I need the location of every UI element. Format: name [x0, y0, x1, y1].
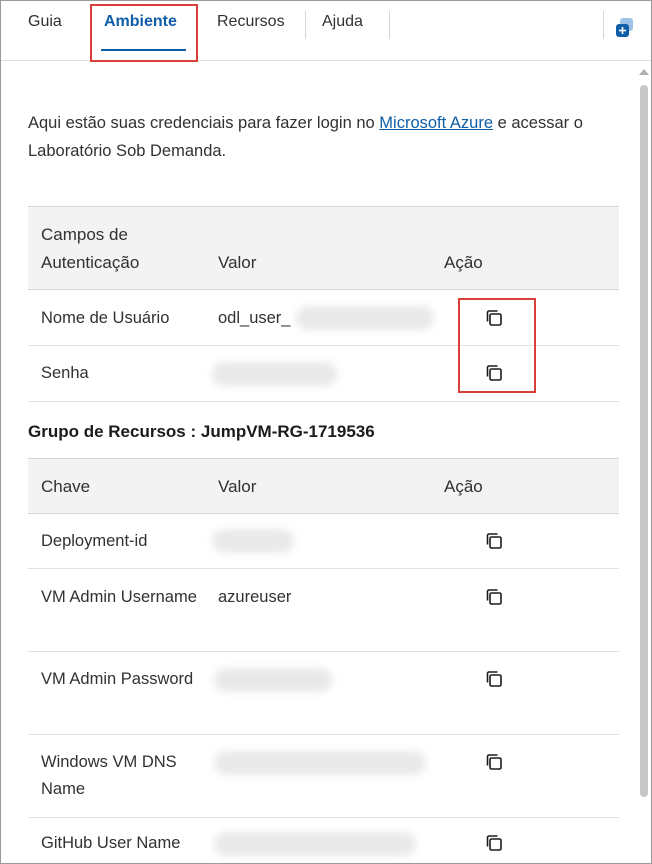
- copy-icon[interactable]: [484, 833, 504, 853]
- tab-recursos[interactable]: Recursos: [217, 13, 285, 31]
- table-row: Deployment-id: [28, 514, 619, 569]
- table-row: Windows VM DNS Name: [28, 735, 619, 818]
- header-action: Ação: [444, 477, 483, 496]
- header-value: Valor: [218, 477, 257, 496]
- vertical-scrollbar[interactable]: [637, 63, 651, 863]
- app-launcher-icon[interactable]: [615, 17, 635, 39]
- resource-table: Chave Valor Ação Deployment-id VM Admin …: [28, 458, 619, 863]
- tab-ajuda[interactable]: Ajuda: [322, 13, 363, 31]
- resource-group-title: Grupo de Recursos : JumpVM-RG-1719536: [28, 422, 375, 441]
- redacted-value: [214, 751, 426, 775]
- header-key: Chave: [41, 477, 91, 496]
- header-value: Valor: [218, 253, 257, 272]
- row-value: azureuser: [218, 588, 292, 606]
- auth-table-header: Campos de Autenticação Valor Ação: [28, 206, 619, 290]
- table-row: GitHub User Name: [28, 818, 619, 863]
- tab-divider: [305, 11, 306, 39]
- scroll-up-arrow-icon[interactable]: [639, 69, 649, 75]
- row-key: Deployment-id: [41, 532, 148, 550]
- redacted-value: [214, 668, 332, 692]
- lab-panel: Guia Ambiente Recursos Ajuda Aqui estão …: [0, 0, 652, 864]
- copy-highlight-box: [458, 298, 536, 393]
- username-value: odl_user_: [218, 309, 291, 327]
- tab-guia[interactable]: Guia: [28, 13, 62, 31]
- copy-icon[interactable]: [484, 752, 504, 772]
- copy-icon[interactable]: [484, 587, 504, 607]
- row-key: Senha: [41, 364, 89, 382]
- row-key: GitHub User Name: [41, 834, 181, 852]
- row-key: VM Admin Password: [41, 670, 194, 688]
- intro-text: Aqui estão suas credenciais para fazer l…: [28, 109, 623, 165]
- copy-icon[interactable]: [484, 531, 504, 551]
- redacted-value: [212, 362, 337, 386]
- intro-text-start: Aqui estão suas credenciais para fazer l…: [28, 114, 380, 132]
- copy-icon[interactable]: [484, 669, 504, 689]
- azure-link[interactable]: Microsoft Azure: [379, 114, 493, 132]
- redacted-value: [296, 306, 434, 330]
- scroll-thumb[interactable]: [640, 85, 648, 797]
- row-key: VM Admin Username: [41, 588, 197, 606]
- tab-divider: [603, 11, 604, 39]
- table-row: VM Admin Password: [28, 652, 619, 735]
- header-action: Ação: [444, 253, 483, 272]
- redacted-value: [212, 529, 294, 553]
- header-auth-fields: Campos de Autenticação: [41, 225, 140, 272]
- redacted-value: [214, 832, 416, 856]
- tab-divider: [389, 11, 390, 39]
- resource-table-header: Chave Valor Ação: [28, 458, 619, 514]
- table-row: VM Admin Username azureuser: [28, 569, 619, 652]
- tab-highlight-box: [90, 4, 198, 62]
- row-key: Nome de Usuário: [41, 309, 170, 327]
- row-key: Windows VM DNS Name: [41, 753, 177, 798]
